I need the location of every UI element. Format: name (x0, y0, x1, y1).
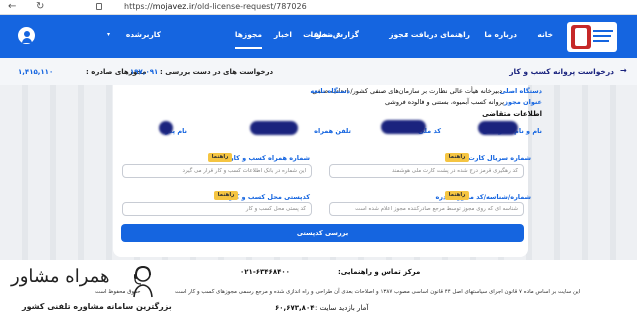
visits-value: ۶۰,۶۷۳,۸۰۴ (275, 304, 315, 312)
nav-guide[interactable]: راهنمای دریافت مجوز (389, 30, 470, 39)
serial-input[interactable]: کد رهگیری قرمز درج شده در پشت کارت ملی ه… (329, 164, 524, 178)
sub-authority-label: دستگاه تابعه (310, 87, 350, 95)
nav-about[interactable]: درباره ما (484, 30, 517, 39)
nav-licenses[interactable]: مجوزها (234, 30, 262, 49)
business-mobile-label: شماره همراه کسب و کار (229, 154, 310, 162)
chevron-down-icon: ▾ (405, 31, 409, 38)
mobile-label: تلفن همراه (314, 127, 351, 135)
site-info-icon[interactable] (96, 3, 102, 10)
postal-code-guide-button[interactable]: راهنما (214, 191, 238, 200)
nav-news[interactable]: اخبار (274, 30, 292, 39)
issued-value: ۱,۴۱۵,۱۱۰ (18, 68, 54, 76)
pending-value: ۱۹۷,۰۹۱ (130, 68, 158, 76)
check-postal-code-button[interactable]: بررسی کدپستی (121, 224, 524, 242)
reload-icon[interactable]: ↻ (36, 1, 44, 12)
pending-label: درخواست های در دست بررسی : (160, 68, 274, 76)
headset-person-icon (133, 265, 153, 298)
legal-text: این سایت بر اساس ماده ۷ قانون اجرای سیاس… (175, 289, 581, 295)
user-menu-label[interactable]: کاربر‌شده (126, 30, 161, 39)
contact-number: ۰۲۱-۶۳۴۶۸۴۰۰ (240, 268, 290, 276)
user-avatar-icon[interactable] (18, 27, 35, 44)
ministry-logo[interactable] (567, 22, 617, 52)
breadcrumb: درخواست پروانه کسب و کار (509, 67, 614, 76)
chevron-down-icon[interactable]: ▾ (107, 31, 110, 38)
browser-address-bar[interactable]: ← ↻ https://mojavez.ir/old-license-reque… (0, 0, 637, 15)
url-host: mojavez.ir (152, 2, 195, 11)
visits-label: آمار بازدید سایت : (315, 304, 369, 312)
postal-code-label: کدپستی محل کسب و کار (229, 193, 310, 201)
contact-label: مرکز تماس و راهنمایی: (338, 268, 421, 276)
postal-code-input[interactable]: کد پستی محل کسب و کار (122, 202, 312, 216)
back-arrow-icon[interactable]: ← (8, 1, 16, 12)
pending-number: ۱۹۷,۰۹۱ (130, 68, 159, 76)
url-path: /old-license-request/787026 (194, 2, 307, 11)
serial-guide-button[interactable]: راهنما (445, 153, 469, 162)
nav-home[interactable]: خانه (537, 30, 553, 39)
name-value-redacted (478, 121, 518, 135)
business-mobile-guide-button[interactable]: راهنما (208, 153, 232, 162)
arrow-right-icon[interactable]: → (620, 66, 627, 75)
url-prefix: https:// (124, 2, 153, 11)
issued-count: ۱,۴۱۵,۱۱۰ (18, 68, 53, 76)
nav-approvals[interactable]: مصوبات (303, 30, 333, 39)
mobile-redacted (250, 121, 298, 135)
business-mobile-input[interactable]: این شماره در بانک اطلاعات کسب و کار قرار… (122, 164, 312, 178)
issued-license-input[interactable]: شناسه ای که روی مجوز توسط مرجع صادرکننده… (329, 202, 524, 216)
chevron-down-icon: ▾ (337, 31, 341, 38)
license-title-value: پروانه کسب آبمیوه، بستنی و فالوده فروشی (384, 98, 504, 106)
url-text[interactable]: https://mojavez.ir/old-license-request/7… (124, 2, 307, 11)
license-title-label: عنوان مجوز (504, 98, 542, 106)
issued-license-guide-button[interactable]: راهنما (445, 191, 469, 200)
applicant-heading: اطلاعات متقاضی (482, 110, 542, 118)
father-name-redacted (159, 121, 173, 135)
main-authority-label: دستگاه اصلی (499, 87, 542, 95)
contact-number-value: ۰۲۱-۶۳۴۶۸۴۰۰ (240, 268, 290, 276)
watermark-tagline: بزرگترین سامانه مشاوره تلفنی کشور (22, 302, 172, 311)
watermark-brand: همراه مشاور (11, 266, 110, 287)
national-code-redacted (381, 120, 426, 134)
